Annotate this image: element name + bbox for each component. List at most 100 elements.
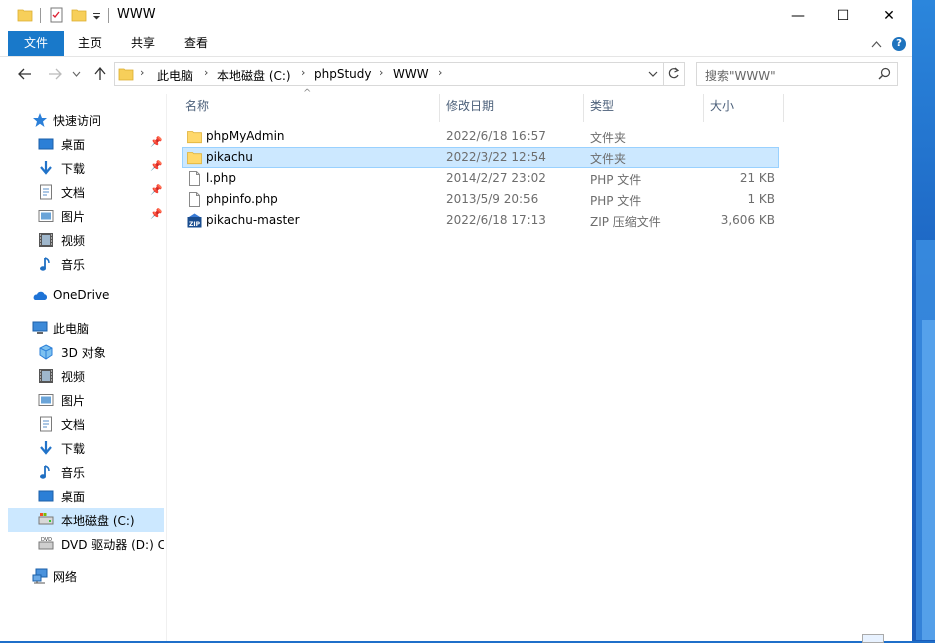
recent-locations-chevron-icon[interactable] xyxy=(72,71,81,77)
column-divider[interactable] xyxy=(783,94,784,122)
close-button[interactable]: ✕ xyxy=(866,0,912,31)
breadcrumb-separator-icon[interactable]: › xyxy=(379,66,383,79)
minimize-button[interactable]: — xyxy=(775,0,821,31)
maximize-button[interactable]: ☐ xyxy=(820,0,866,31)
nav-quick-videos[interactable]: 视频 xyxy=(8,228,164,252)
tab-view[interactable]: 查看 xyxy=(177,31,215,56)
up-arrow-icon[interactable] xyxy=(94,67,106,81)
tab-share[interactable]: 共享 xyxy=(124,31,162,56)
nav-pc-videos[interactable]: 视频 xyxy=(8,364,164,388)
file-size: 3,606 KB xyxy=(720,213,775,227)
sort-ascending-icon: ^ xyxy=(303,88,312,99)
nav-label: OneDrive xyxy=(53,288,110,302)
nav-pc-desktop[interactable]: 桌面 xyxy=(8,484,164,508)
nav-label: 音乐 xyxy=(61,466,86,480)
nav-quick-desktop[interactable]: 桌面 📌 xyxy=(8,132,164,156)
file-row[interactable]: pikachu 2022/3/22 12:54 文件夹 xyxy=(182,147,779,168)
refresh-button[interactable] xyxy=(662,62,685,86)
file-size: 1 KB xyxy=(747,192,775,206)
nav-network[interactable]: 网络 xyxy=(8,564,164,588)
breadcrumb-phpstudy[interactable]: phpStudy xyxy=(314,67,372,81)
search-icon[interactable] xyxy=(878,67,891,80)
nav-label: 快速访问 xyxy=(53,114,102,128)
pin-icon[interactable]: 📌 xyxy=(150,209,162,220)
properties-icon[interactable] xyxy=(49,7,65,23)
breadcrumb-local-disk[interactable]: 本地磁盘 (C:) xyxy=(217,67,291,84)
column-divider[interactable] xyxy=(439,94,440,122)
navigation-pane: 快速访问 桌面 📌 下载 📌 文档 📌 图片 📌 视频 音乐 OneDrive … xyxy=(0,94,167,641)
nav-pc-documents[interactable]: 文档 xyxy=(8,412,164,436)
breadcrumb-separator-icon[interactable]: › xyxy=(301,66,305,79)
breadcrumb-www[interactable]: WWW xyxy=(393,67,429,81)
breadcrumb-this-pc[interactable]: 此电脑 xyxy=(157,67,193,84)
customize-toolbar-icon[interactable] xyxy=(92,12,101,21)
nav-pc-3d-objects[interactable]: 3D 对象 xyxy=(8,340,164,364)
file-icon xyxy=(189,192,200,207)
nav-label: 网络 xyxy=(53,570,78,584)
file-row[interactable]: ZIP pikachu-master 2022/6/18 17:13 ZIP 压… xyxy=(182,210,779,231)
svg-text:DVD: DVD xyxy=(41,537,52,543)
file-name: phpinfo.php xyxy=(206,192,278,206)
nav-label: 音乐 xyxy=(61,258,86,272)
help-icon[interactable]: ? xyxy=(892,37,906,51)
breadcrumb-separator-icon[interactable]: › xyxy=(140,66,144,79)
nav-pc-music[interactable]: 音乐 xyxy=(8,460,164,484)
file-type: ZIP 压缩文件 xyxy=(590,215,661,229)
svg-text:ZIP: ZIP xyxy=(189,221,201,228)
file-list-pane: ^ 名称 修改日期 类型 大小 phpMyAdmin 2022/6/18 16:… xyxy=(167,88,912,641)
file-name: pikachu xyxy=(206,150,253,164)
dvd-drive-icon: DVD xyxy=(38,537,54,550)
pin-icon[interactable]: 📌 xyxy=(150,161,162,172)
tab-home[interactable]: 主页 xyxy=(72,31,108,56)
nav-label: 视频 xyxy=(61,370,86,384)
file-date: 2022/6/18 16:57 xyxy=(446,129,546,143)
breadcrumb-separator-icon[interactable]: › xyxy=(438,66,442,79)
nav-this-pc[interactable]: 此电脑 xyxy=(8,316,164,340)
forward-arrow-icon[interactable] xyxy=(48,68,62,80)
nav-pc-dvd-drive[interactable]: DVD DVD 驱动器 (D:) C xyxy=(8,532,164,556)
nav-pc-local-disk-c[interactable]: 本地磁盘 (C:) xyxy=(8,508,164,532)
pictures-icon xyxy=(38,210,54,222)
search-input[interactable]: 搜索"WWW" xyxy=(696,62,898,86)
download-arrow-icon xyxy=(40,161,52,175)
column-divider[interactable] xyxy=(583,94,584,122)
column-header-type[interactable]: 类型 xyxy=(590,94,614,118)
pin-icon[interactable]: 📌 xyxy=(150,137,162,148)
nav-pc-downloads[interactable]: 下载 xyxy=(8,436,164,460)
address-bar[interactable]: › 此电脑 › 本地磁盘 (C:) › phpStudy › WWW › xyxy=(114,62,664,86)
column-divider[interactable] xyxy=(703,94,704,122)
nav-label: 3D 对象 xyxy=(61,346,106,360)
nav-label: 文档 xyxy=(61,418,86,432)
address-row: › 此电脑 › 本地磁盘 (C:) › phpStudy › WWW › 搜索"… xyxy=(0,60,912,90)
nav-quick-documents[interactable]: 文档 📌 xyxy=(8,180,164,204)
nav-quick-access[interactable]: 快速访问 xyxy=(8,108,164,132)
column-header-name[interactable]: 名称 xyxy=(185,94,209,118)
taskbar-corner-icon xyxy=(862,634,884,643)
address-dropdown-chevron-icon[interactable] xyxy=(648,71,658,78)
file-date: 2022/6/18 17:13 xyxy=(446,213,546,227)
nav-label: 此电脑 xyxy=(53,322,90,336)
file-row[interactable]: phpinfo.php 2013/5/9 20:56 PHP 文件 1 KB xyxy=(182,189,779,210)
ribbon-tabs: 文件 主页 共享 查看 ? xyxy=(0,31,912,57)
nav-quick-downloads[interactable]: 下载 📌 xyxy=(8,156,164,180)
collapse-ribbon-icon[interactable] xyxy=(871,40,882,48)
file-row[interactable]: l.php 2014/2/27 23:02 PHP 文件 21 KB xyxy=(182,168,779,189)
file-row[interactable]: phpMyAdmin 2022/6/18 16:57 文件夹 xyxy=(182,126,779,147)
column-header-date[interactable]: 修改日期 xyxy=(446,94,494,118)
nav-pc-pictures[interactable]: 图片 xyxy=(8,388,164,412)
nav-onedrive[interactable]: OneDrive xyxy=(8,284,164,308)
network-icon xyxy=(32,568,48,584)
new-folder-icon[interactable] xyxy=(71,7,87,23)
nav-quick-music[interactable]: 音乐 xyxy=(8,252,164,276)
file-type: PHP 文件 xyxy=(590,173,642,187)
window-title: WWW xyxy=(117,7,156,22)
breadcrumb-separator-icon[interactable]: › xyxy=(204,66,208,79)
back-arrow-icon[interactable] xyxy=(18,68,32,80)
refresh-icon xyxy=(668,67,679,79)
tab-file[interactable]: 文件 xyxy=(8,31,64,56)
pin-icon[interactable]: 📌 xyxy=(150,185,162,196)
column-header-size[interactable]: 大小 xyxy=(710,94,734,118)
nav-label: 图片 xyxy=(61,210,86,224)
file-explorer-window: WWW — ☐ ✕ 文件 主页 共享 查看 ? › 此电脑 › 本地磁盘 (C:… xyxy=(0,0,912,641)
nav-quick-pictures[interactable]: 图片 📌 xyxy=(8,204,164,228)
